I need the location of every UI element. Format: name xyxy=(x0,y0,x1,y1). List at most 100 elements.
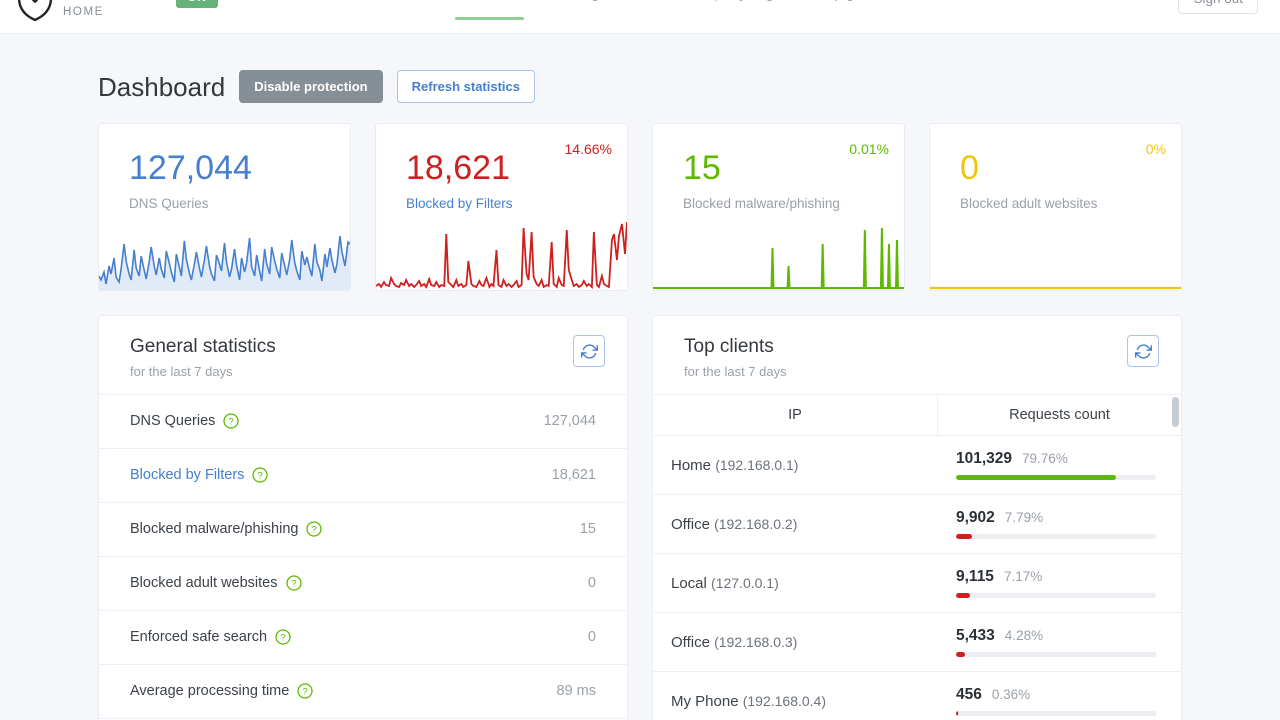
stat-row-label: Blocked malware/phishing xyxy=(130,521,299,537)
stat-cards: 127,044 DNS Queries 14.66% 18,621 Blocke… xyxy=(98,123,1182,291)
client-request-count: 5,433 xyxy=(956,626,995,644)
stat-row-label[interactable]: Blocked by Filters xyxy=(130,468,244,483)
refresh-general-statistics-button[interactable] xyxy=(573,335,605,367)
client-address: (192.168.0.2) xyxy=(714,516,798,532)
stat-row-label: Average processing time xyxy=(130,683,290,699)
stat-card-dns-queries[interactable]: 127,044 DNS Queries xyxy=(98,123,351,291)
help-icon[interactable]: ? xyxy=(223,413,240,429)
app-header: ADGUARD HOME ON Dashboard Settings Filte… xyxy=(0,0,1280,34)
refresh-top-clients-button[interactable] xyxy=(1127,335,1159,367)
brand-subtitle: HOME xyxy=(63,5,104,18)
column-header-requests-count[interactable]: Requests count xyxy=(938,395,1181,436)
stat-row: Enforced safe search ? 0 xyxy=(99,611,627,665)
client-address: (192.168.0.4) xyxy=(742,693,827,709)
panel-subtitle: for the last 7 days xyxy=(130,363,233,379)
nav-item-filters[interactable]: Filters xyxy=(638,0,676,20)
client-request-percent: 0.36% xyxy=(991,686,1031,702)
top-clients-panel: Top clients for the last 7 days IP Reque… xyxy=(652,315,1182,720)
page-title: Dashboard xyxy=(98,71,226,102)
sparkline-dns-queries xyxy=(99,214,350,290)
svg-text:?: ? xyxy=(258,471,263,482)
svg-text:?: ? xyxy=(312,525,317,536)
stat-card-value: 127,044 xyxy=(129,149,252,187)
stat-card-label: Blocked malware/phishing xyxy=(683,196,840,211)
refresh-icon xyxy=(1134,343,1152,359)
client-request-percent: 79.76% xyxy=(1022,450,1068,466)
stat-row: Blocked by Filters ? 18,621 xyxy=(99,449,627,503)
stat-card-percent: 14.66% xyxy=(564,141,612,157)
stat-card-label[interactable]: Blocked by Filters xyxy=(406,197,513,211)
client-request-count: 9,902 xyxy=(956,508,995,526)
client-progress-bar xyxy=(956,475,1156,480)
client-request-percent: 4.28% xyxy=(1004,627,1044,643)
stat-row-label: Blocked adult websites xyxy=(130,575,278,591)
stat-card-value: 0 xyxy=(960,149,979,187)
table-row[interactable]: My Phone (192.168.0.4) 456 0.36% xyxy=(653,672,1181,720)
stat-row: Blocked malware/phishing ? 15 xyxy=(99,503,627,557)
sparkline-blocked-adult xyxy=(930,214,1181,290)
nav-item-settings[interactable]: Settings xyxy=(556,0,607,20)
client-request-percent: 7.17% xyxy=(1003,568,1043,584)
brand-logo[interactable]: ADGUARD HOME xyxy=(16,0,173,22)
help-icon[interactable]: ? xyxy=(252,467,269,483)
client-name: Office xyxy=(671,516,710,532)
stat-row-value: 18,621 xyxy=(551,467,596,483)
disable-protection-button[interactable]: Disable protection xyxy=(239,70,383,103)
stat-row-label: Enforced safe search xyxy=(130,629,268,645)
stat-row-value: 0 xyxy=(587,575,596,591)
refresh-statistics-button[interactable]: Refresh statistics xyxy=(396,70,536,103)
client-requests-cell: 9,115 7.17% xyxy=(938,568,1181,598)
protection-status-badge[interactable]: ON xyxy=(176,0,218,8)
client-requests-cell: 456 0.36% xyxy=(938,685,1181,716)
panel-title: Top clients xyxy=(684,336,774,357)
sign-out-button[interactable]: Sign out xyxy=(1178,0,1258,14)
client-request-percent: 7.79% xyxy=(1004,509,1044,525)
nav-item-dashboard[interactable]: Dashboard xyxy=(455,0,524,21)
table-row[interactable]: Office (192.168.0.2) 9,902 7.79% xyxy=(653,495,1181,555)
column-header-ip[interactable]: IP xyxy=(653,394,938,436)
nav-item-query-log[interactable]: Query Log xyxy=(708,0,773,20)
panel-title: General statistics xyxy=(130,336,276,357)
table-row[interactable]: Office (192.168.0.3) 5,433 4.28% xyxy=(653,613,1181,673)
client-name: My Phone xyxy=(671,693,739,709)
client-request-count: 456 xyxy=(956,685,982,703)
client-ip-cell: My Phone (192.168.0.4) xyxy=(653,694,938,709)
help-icon[interactable]: ? xyxy=(285,575,302,591)
stat-card-blocked-malware-phishing[interactable]: 0.01% 15 Blocked malware/phishing xyxy=(652,123,905,291)
stat-card-blocked-by-filters[interactable]: 14.66% 18,621 Blocked by Filters xyxy=(375,123,628,291)
stat-row: DNS Queries ? 127,044 xyxy=(99,395,627,449)
client-ip-cell: Home (192.168.0.1) xyxy=(653,458,938,473)
client-progress-bar xyxy=(956,534,1156,539)
sparkline-blocked-malware xyxy=(653,214,904,290)
client-progress-bar xyxy=(956,593,1156,598)
dashboard-panels: General statistics for the last 7 days D… xyxy=(98,315,1182,720)
client-requests-cell: 101,329 79.76% xyxy=(938,449,1181,480)
client-requests-cell: 5,433 4.28% xyxy=(938,626,1181,657)
svg-text:?: ? xyxy=(229,417,234,428)
help-icon[interactable]: ? xyxy=(275,629,291,645)
client-request-count: 101,329 xyxy=(956,449,1013,467)
client-name: Office xyxy=(671,634,710,650)
stat-card-percent: 0.01% xyxy=(849,141,889,157)
top-clients-scrollbar[interactable] xyxy=(1172,386,1179,720)
stat-card-value: 18,621 xyxy=(406,149,510,187)
svg-text:?: ? xyxy=(291,579,296,590)
client-ip-cell: Office (192.168.0.2) xyxy=(653,517,938,532)
scrollbar-thumb[interactable] xyxy=(1172,397,1179,427)
stat-row-value: 89 ms xyxy=(556,683,597,699)
help-icon[interactable]: ? xyxy=(297,683,313,699)
shield-icon xyxy=(17,0,53,22)
client-progress-bar xyxy=(956,652,1156,657)
stat-card-label: Blocked adult websites xyxy=(960,196,1098,211)
client-requests-cell: 9,902 7.79% xyxy=(938,508,1181,539)
help-icon[interactable]: ? xyxy=(306,521,323,537)
general-statistics-header: General statistics for the last 7 days xyxy=(99,316,627,395)
client-progress-bar xyxy=(956,711,1156,716)
stat-card-label: DNS Queries xyxy=(129,196,209,211)
page-title-row: Dashboard Disable protection Refresh sta… xyxy=(98,34,1182,123)
main-nav: Dashboard Settings Filters Query Log Set… xyxy=(455,0,881,21)
table-row[interactable]: Home (192.168.0.1) 101,329 79.76% xyxy=(653,436,1181,496)
nav-item-setup-guide[interactable]: Setup guide xyxy=(806,0,881,20)
table-row[interactable]: Local (127.0.0.1) 9,115 7.17% xyxy=(653,554,1181,614)
stat-card-blocked-adult-websites[interactable]: 0% 0 Blocked adult websites xyxy=(929,123,1182,291)
